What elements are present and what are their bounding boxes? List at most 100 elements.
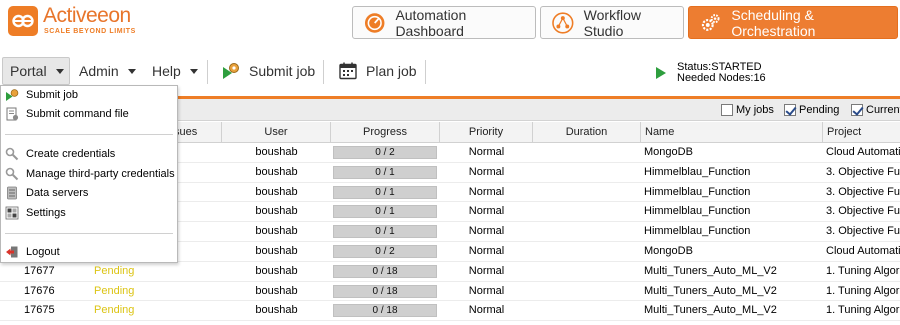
key-magnifier-icon <box>5 167 19 181</box>
menu-item-label: Logout <box>26 246 60 258</box>
chevron-down-icon <box>189 68 198 74</box>
submit-job-button[interactable]: Submit job <box>221 57 315 85</box>
my-jobs-label: My jobs <box>736 104 774 116</box>
duration-cell <box>533 301 641 320</box>
project-cell: Cloud Automation <box>826 244 900 257</box>
menu-item-manage-third-party-credentials[interactable]: Manage third-party credentials <box>1 165 177 183</box>
automation-dashboard-label: Automation Dashboard <box>395 6 467 39</box>
job-state-cell: Pending <box>94 304 135 317</box>
menu-item-submit-job[interactable]: Submit job <box>1 86 177 104</box>
top-header: Activeeon SCALE BEYOND LIMITS Automation… <box>0 0 900 48</box>
duration-cell <box>533 262 641 281</box>
portal-menu-button[interactable]: Portal <box>2 57 70 85</box>
duration-cell <box>533 143 641 162</box>
column-header-name[interactable]: Name <box>641 122 823 143</box>
user-cell: boushab <box>255 264 298 277</box>
job-name-cell: Himmelblau_Function <box>644 185 751 198</box>
scheduling-orchestration-button[interactable]: Scheduling & Orchestration <box>688 6 898 39</box>
table-row[interactable]: 17677 Pending boushab Normal Multi_Tuners_Au… <box>0 262 900 282</box>
plan-job-button[interactable]: Plan job <box>338 57 417 85</box>
menu-item-create-credentials[interactable]: Create credentials <box>1 145 177 163</box>
current-checkbox[interactable] <box>851 104 863 116</box>
duration-cell <box>533 183 641 202</box>
calendar-icon <box>339 62 357 80</box>
progress-bar: 0 / 2 <box>333 146 437 159</box>
menu-item-label: Data servers <box>26 187 89 199</box>
current-label: Current <box>866 104 900 116</box>
duration-cell <box>533 222 641 241</box>
menu-divider <box>5 134 173 135</box>
admin-menu-label: Admin <box>79 63 119 79</box>
priority-cell: Normal <box>468 264 505 277</box>
gears-icon <box>701 13 720 31</box>
column-header-priority[interactable]: Priority <box>440 122 533 143</box>
duration-cell <box>533 163 641 182</box>
table-row[interactable]: 17676 Pending boushab Normal Multi_Tuners_Au… <box>0 282 900 302</box>
pending-filter[interactable]: Pending <box>784 103 839 117</box>
project-cell: 3. Objective Func <box>826 165 900 178</box>
dashboard-gauge-icon <box>364 12 385 33</box>
brand-name: Activeeon <box>43 4 131 27</box>
command-file-icon <box>6 107 19 121</box>
my-jobs-filter[interactable]: My jobs <box>721 103 774 117</box>
scheduler-status: Status:STARTED Needed Nodes:16 <box>656 60 766 86</box>
pending-checkbox[interactable] <box>784 104 796 116</box>
job-id-cell: 17676 <box>24 284 55 297</box>
priority-cell: Normal <box>468 304 505 317</box>
job-name-cell: Multi_Tuners_Auto_ML_V2 <box>644 304 777 317</box>
priority-cell: Normal <box>468 225 505 238</box>
my-jobs-checkbox[interactable] <box>721 104 733 116</box>
progress-bar: 0 / 1 <box>333 165 437 179</box>
priority-cell: Normal <box>468 244 505 257</box>
menu-item-label: Manage third-party credentials <box>26 168 175 180</box>
column-header-project[interactable]: Project <box>823 122 900 143</box>
submit-job-icon <box>223 63 239 79</box>
progress-bar: 0 / 1 <box>333 205 437 219</box>
progress-bar: 0 / 2 <box>333 244 437 258</box>
help-menu-button[interactable]: Help <box>152 57 198 85</box>
portal-dropdown-menu: Submit job Submit command file Create cr… <box>0 85 178 263</box>
plan-job-label: Plan job <box>366 63 417 79</box>
job-name-cell: Himmelblau_Function <box>644 205 751 218</box>
job-id-cell: 17675 <box>24 304 55 317</box>
settings-grid-icon <box>5 206 19 220</box>
submit-job-label: Submit job <box>249 63 316 79</box>
job-name-cell: Multi_Tuners_Auto_ML_V2 <box>644 264 777 277</box>
menu-item-settings[interactable]: Settings <box>1 204 177 222</box>
help-menu-label: Help <box>152 63 181 79</box>
menu-item-label: Submit job <box>26 89 78 101</box>
current-filter[interactable]: Current <box>851 103 900 117</box>
server-icon <box>7 186 17 200</box>
project-cell: 1. Tuning Algorith <box>826 264 900 277</box>
project-cell: Cloud Automation <box>826 146 900 158</box>
admin-menu-button[interactable]: Admin <box>79 57 136 85</box>
priority-cell: Normal <box>468 205 505 218</box>
project-cell: 3. Objective Func <box>826 185 900 198</box>
user-cell: boushab <box>255 225 298 238</box>
progress-bar: 0 / 18 <box>333 284 437 298</box>
menu-item-logout[interactable]: Logout <box>1 243 177 261</box>
job-id-cell: 17677 <box>24 264 55 277</box>
menu-item-data-servers[interactable]: Data servers <box>1 184 177 202</box>
table-row[interactable]: 17675 Pending boushab Normal Multi_Tuners_Au… <box>0 301 900 322</box>
job-name-cell: Multi_Tuners_Auto_ML_V2 <box>644 284 777 297</box>
job-name-cell: MongoDB <box>644 244 693 257</box>
job-name-cell: MongoDB <box>644 146 693 158</box>
column-header-duration[interactable]: Duration <box>533 122 641 143</box>
activeeon-logo[interactable]: Activeeon SCALE BEYOND LIMITS <box>8 4 158 40</box>
column-header-user[interactable]: User <box>222 122 331 143</box>
menu-item-submit-command-file[interactable]: Submit command file <box>1 105 177 123</box>
user-cell: boushab <box>255 165 298 178</box>
priority-cell: Normal <box>468 185 505 198</box>
priority-cell: Normal <box>468 284 505 297</box>
duration-cell <box>533 282 641 301</box>
column-header-progress[interactable]: Progress <box>331 122 440 143</box>
job-name-cell: Himmelblau_Function <box>644 165 751 178</box>
key-magnifier-icon <box>5 147 19 161</box>
workflow-studio-button[interactable]: Workflow Studio <box>540 6 684 39</box>
menu-divider <box>5 233 173 234</box>
toolbar-divider <box>425 60 426 84</box>
priority-cell: Normal <box>468 146 505 158</box>
automation-dashboard-button[interactable]: Automation Dashboard <box>352 6 536 39</box>
logout-icon <box>6 246 18 258</box>
